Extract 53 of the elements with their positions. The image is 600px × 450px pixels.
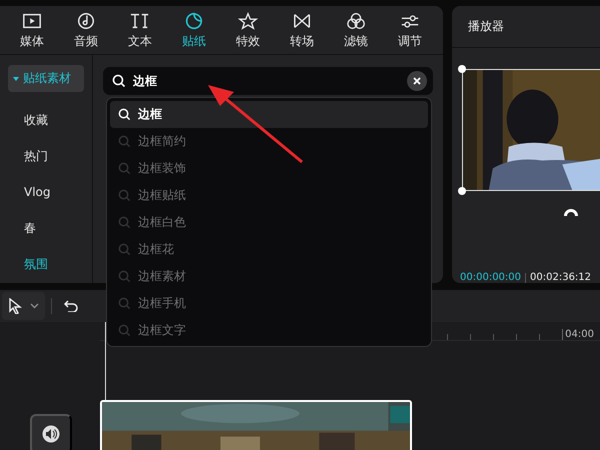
speaker-icon: [42, 425, 60, 443]
tab[interactable]: 特效: [221, 6, 275, 54]
search-icon: [118, 297, 131, 310]
search-icon: [118, 324, 131, 337]
resize-handle[interactable]: [458, 64, 466, 73]
search-icon: [118, 243, 131, 256]
search-field[interactable]: 边框: [103, 67, 433, 95]
suggestion-item[interactable]: 边框简约: [110, 128, 428, 155]
star-icon: [237, 10, 259, 30]
tab[interactable]: 贴纸: [167, 6, 221, 54]
search-icon: [118, 270, 131, 283]
chevron-icon: [30, 303, 39, 309]
search-icon: [118, 216, 131, 229]
ruler-label: 04:00: [562, 329, 594, 340]
sidebar-item[interactable]: 氛围: [0, 246, 48, 282]
tab[interactable]: 文本: [113, 6, 167, 54]
category-button[interactable]: 贴纸素材: [8, 65, 84, 92]
suggestion-item[interactable]: 边框: [110, 101, 428, 128]
tab[interactable]: 调节: [383, 6, 437, 54]
suggestion-item[interactable]: 边框花: [110, 236, 428, 263]
dome-icon: [564, 208, 578, 216]
search-icon: [118, 135, 131, 148]
resize-handle[interactable]: [458, 186, 466, 195]
audio-button[interactable]: [30, 414, 72, 450]
search-icon: [118, 162, 131, 175]
search-icon: [112, 74, 126, 88]
sidebar-item[interactable]: Vlog: [0, 174, 51, 210]
sidebar-item[interactable]: 收藏: [0, 102, 48, 138]
music-note-icon: [75, 10, 97, 30]
clear-button[interactable]: [407, 71, 427, 91]
search-icon: [118, 189, 131, 202]
tab[interactable]: 音频: [59, 6, 113, 54]
tab[interactable]: 媒体: [5, 6, 59, 54]
suggestion-item[interactable]: 边框白色: [110, 209, 428, 236]
suggestion-item[interactable]: 边框文字: [110, 317, 428, 344]
tab[interactable]: 转场: [275, 6, 329, 54]
current-time: 00:00:00:00: [460, 272, 522, 283]
total-time: 00:02:36:12: [530, 272, 592, 283]
panel-title: 播放器: [468, 18, 504, 35]
tab[interactable]: 滤镜: [329, 6, 383, 54]
three-circles-icon: [345, 10, 367, 30]
suggestion-item[interactable]: 边框装饰: [110, 155, 428, 182]
cursor-icon: [8, 298, 22, 314]
sidebar-item[interactable]: 热门: [0, 138, 48, 174]
sidebar-item[interactable]: 春: [0, 210, 36, 246]
select-tool-button[interactable]: [2, 292, 45, 320]
search-icon: [118, 108, 131, 121]
sticker-icon: [183, 10, 205, 30]
undo-icon: [64, 300, 78, 312]
close-icon: [413, 77, 421, 85]
suggestion-item[interactable]: 边框贴纸: [110, 182, 428, 209]
suggestion-item[interactable]: 边框素材: [110, 263, 428, 290]
caret-icon: [12, 74, 20, 82]
